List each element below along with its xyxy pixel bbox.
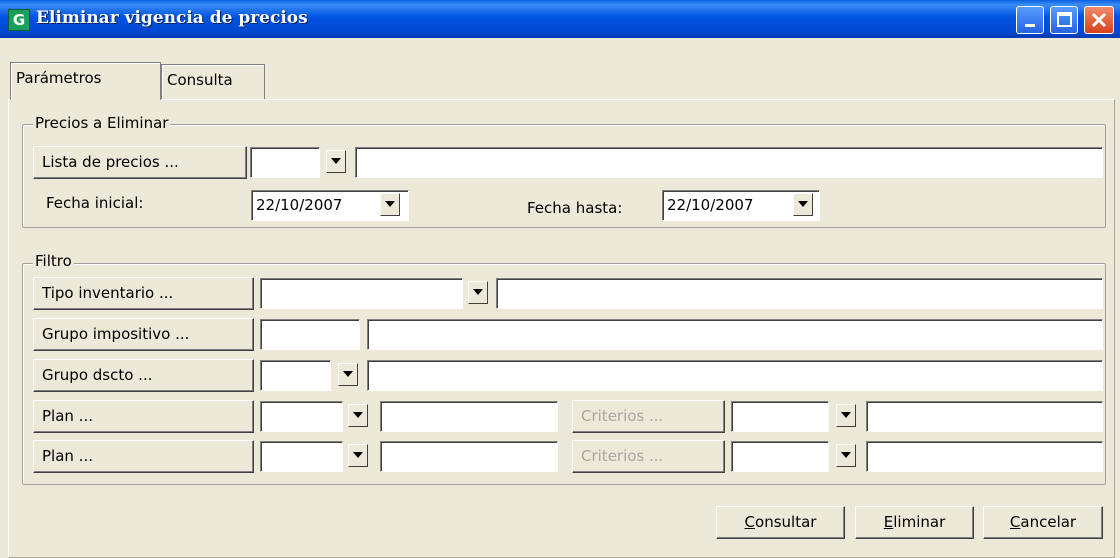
precios-legend: Precios a Eliminar xyxy=(33,114,171,132)
maximize-button[interactable] xyxy=(1050,6,1078,34)
criterios-1-code-input[interactable] xyxy=(731,401,829,432)
grupo-impositivo-button[interactable]: Grupo impositivo ... xyxy=(33,318,254,351)
criterios-2-code-input[interactable] xyxy=(731,441,829,472)
criterios-2-desc-input[interactable] xyxy=(866,441,1103,472)
criterios-2-dropdown[interactable] xyxy=(836,444,856,467)
grupo-dscto-button[interactable]: Grupo dscto ... xyxy=(33,359,254,392)
close-button[interactable] xyxy=(1084,6,1114,34)
fecha-inicial-dropdown[interactable] xyxy=(380,193,400,216)
plan-1-code-input[interactable] xyxy=(260,401,343,432)
grupo-dscto-desc-input[interactable] xyxy=(367,360,1103,391)
eliminar-hotkey: E xyxy=(883,513,894,531)
maximize-icon xyxy=(1057,12,1072,27)
tab-consulta[interactable]: Consulta xyxy=(161,64,265,100)
cancelar-label: ancelar xyxy=(1020,513,1077,531)
minimize-button[interactable] xyxy=(1016,6,1044,34)
plan-2-code-input[interactable] xyxy=(260,441,343,472)
consultar-label: onsultar xyxy=(755,513,817,531)
plan-button-1[interactable]: Plan ... xyxy=(33,400,254,433)
grupo-impositivo-desc-input[interactable] xyxy=(367,319,1103,350)
plan-1-desc-input[interactable] xyxy=(380,401,558,432)
consultar-button[interactable]: Consultar xyxy=(716,506,845,539)
fecha-inicial-label: Fecha inicial: xyxy=(46,194,144,212)
cancelar-button[interactable]: Cancelar xyxy=(983,506,1103,539)
lista-precios-button[interactable]: Lista de precios ... xyxy=(33,146,247,179)
grupo-impositivo-code-input[interactable] xyxy=(260,319,360,350)
criterios-1-desc-input[interactable] xyxy=(866,401,1103,432)
app-icon: G xyxy=(8,9,30,31)
plan-2-dropdown[interactable] xyxy=(348,444,368,467)
criterios-button-1[interactable]: Criterios ... xyxy=(572,400,725,433)
title-bar[interactable]: G Eliminar vigencia de precios xyxy=(0,0,1120,38)
consultar-hotkey: C xyxy=(744,513,756,531)
fecha-hasta-label: Fecha hasta: xyxy=(527,199,623,217)
lista-precios-dropdown[interactable] xyxy=(326,150,346,173)
criterios-button-2[interactable]: Criterios ... xyxy=(572,440,725,473)
plan-button-2[interactable]: Plan ... xyxy=(33,440,254,473)
cancelar-hotkey: C xyxy=(1009,513,1021,531)
tab-label: Consulta xyxy=(167,71,233,89)
tipo-inventario-button[interactable]: Tipo inventario ... xyxy=(33,277,254,310)
close-icon xyxy=(1091,12,1107,28)
grupo-dscto-dropdown[interactable] xyxy=(338,363,358,386)
tipo-inventario-desc-input[interactable] xyxy=(496,278,1103,309)
fecha-hasta-dropdown[interactable] xyxy=(793,193,813,216)
tipo-inventario-dropdown[interactable] xyxy=(468,281,488,304)
eliminar-button[interactable]: Eliminar xyxy=(855,506,974,539)
minimize-icon xyxy=(1025,24,1035,27)
fecha-hasta-value: 22/10/2007 xyxy=(667,196,754,214)
tab-parametros[interactable]: Parámetros xyxy=(10,62,161,100)
window-title: Eliminar vigencia de precios xyxy=(36,8,308,28)
fecha-inicial-value: 22/10/2007 xyxy=(256,196,343,214)
criterios-1-dropdown[interactable] xyxy=(836,404,856,427)
eliminar-label: liminar xyxy=(893,513,946,531)
plan-1-dropdown[interactable] xyxy=(348,404,368,427)
lista-precios-code-input[interactable] xyxy=(250,147,320,178)
grupo-dscto-code-input[interactable] xyxy=(260,360,331,391)
lista-precios-desc-input[interactable] xyxy=(355,147,1103,178)
plan-2-desc-input[interactable] xyxy=(380,441,558,472)
tab-label: Parámetros xyxy=(16,69,102,87)
tipo-inventario-code-input[interactable] xyxy=(260,278,463,309)
filtro-legend: Filtro xyxy=(33,252,74,270)
